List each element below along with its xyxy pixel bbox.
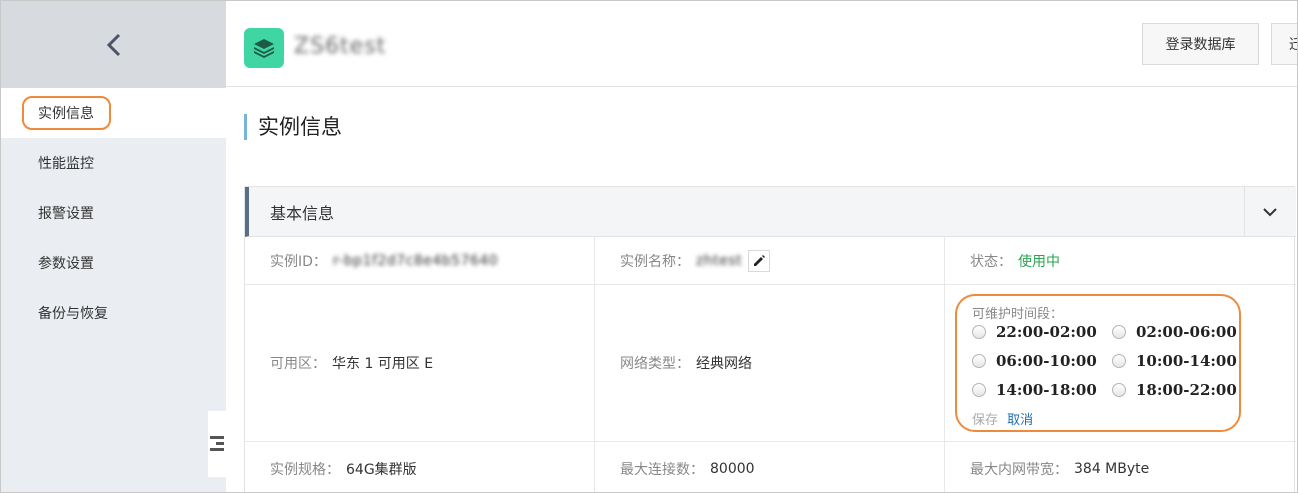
max-connections-field: 最大连接数： 80000 — [595, 442, 945, 492]
basic-info-panel: 基本信息 实例ID： r-bp1f2d7c8e4b57640 实例名称： zht… — [244, 186, 1296, 492]
login-database-button[interactable]: 登录数据库 — [1142, 23, 1259, 65]
sidebar-item-backup-restore[interactable]: 备份与恢复 — [1, 288, 226, 338]
radio-button[interactable] — [972, 354, 986, 368]
sidebar-item-label: 性能监控 — [38, 156, 94, 172]
instance-name-field: 实例名称： zhtest — [595, 237, 945, 285]
maintenance-option[interactable]: 14:00-18:00 — [972, 381, 1097, 399]
collapse-menu-icon — [210, 436, 224, 452]
maintenance-window-selector: 可维护时间段： 22:00-02:00 02:00-06:00 06:00-10… — [955, 294, 1241, 432]
edit-name-button[interactable] — [748, 249, 771, 272]
maintenance-option[interactable]: 22:00-02:00 — [972, 323, 1097, 341]
radio-button[interactable] — [972, 325, 986, 339]
sidebar-item-performance-monitor[interactable]: 性能监控 — [1, 138, 226, 188]
chevron-left-icon — [106, 33, 120, 56]
radio-button[interactable] — [1112, 383, 1126, 397]
redis-logo-icon — [244, 28, 284, 68]
save-link[interactable]: 保存 — [972, 413, 998, 428]
max-connections-value: 80000 — [710, 460, 755, 477]
radio-button[interactable] — [1112, 325, 1126, 339]
collapse-panel-button[interactable] — [1244, 187, 1294, 237]
radio-button[interactable] — [1112, 354, 1126, 368]
zone-field: 可用区： 华东 1 可用区 E — [245, 285, 595, 442]
bandwidth-value: 384 MByte — [1074, 460, 1150, 477]
maintenance-actions: 保存 取消 — [972, 409, 1033, 428]
instance-name-title: ZS6test — [294, 34, 387, 59]
spec-value: 64G集群版 — [346, 461, 417, 478]
page-title: 实例信息 — [244, 114, 342, 140]
radio-button[interactable] — [972, 383, 986, 397]
instance-id-value: r-bp1f2d7c8e4b57640 — [332, 252, 499, 269]
maintenance-option[interactable]: 06:00-10:00 — [972, 352, 1097, 370]
sidebar: 实例信息 性能监控 报警设置 参数设置 备份与恢复 — [1, 1, 226, 492]
back-button[interactable] — [1, 1, 226, 88]
instance-header: ZS6test 登录数据库 迁 — [226, 1, 1297, 87]
bandwidth-field: 最大内网带宽： 384 MByte — [970, 460, 1150, 478]
sidebar-item-label: 参数设置 — [38, 256, 94, 272]
maintenance-option[interactable]: 02:00-06:00 — [1112, 323, 1237, 341]
sidebar-item-parameter-settings[interactable]: 参数设置 — [1, 238, 226, 288]
spec-field: 实例规格： 64G集群版 — [245, 442, 595, 492]
sidebar-item-label: 备份与恢复 — [38, 306, 108, 322]
network-type-value: 经典网络 — [696, 356, 752, 372]
cancel-link[interactable]: 取消 — [1007, 413, 1033, 428]
zone-value: 华东 1 可用区 E — [332, 356, 434, 372]
status-badge: 使用中 — [1018, 253, 1060, 270]
migrate-button[interactable]: 迁 — [1271, 23, 1297, 65]
maintenance-option[interactable]: 10:00-14:00 — [1112, 352, 1237, 370]
sidebar-collapse-toggle[interactable] — [208, 411, 226, 477]
maintenance-label: 可维护时间段： — [972, 307, 1064, 322]
network-type-field: 网络类型： 经典网络 — [595, 285, 945, 442]
highlight-annotation — [22, 96, 111, 130]
status-field: 状态： 使用中 — [945, 237, 1296, 285]
sidebar-item-alarm-settings[interactable]: 报警设置 — [1, 188, 226, 238]
pencil-icon — [754, 254, 766, 266]
maintenance-option[interactable]: 18:00-22:00 — [1112, 381, 1237, 399]
chevron-down-icon — [1262, 207, 1277, 216]
instance-id-field: 实例ID： r-bp1f2d7c8e4b57640 — [245, 237, 595, 285]
panel-title: 基本信息 — [270, 203, 335, 223]
sidebar-item-label: 报警设置 — [38, 206, 94, 222]
sidebar-item-instance-info[interactable]: 实例信息 — [1, 88, 226, 138]
panel-header: 基本信息 — [245, 187, 1296, 237]
app-window: 实例信息 性能监控 报警设置 参数设置 备份与恢复 ZS6test 登录数据库 … — [0, 0, 1298, 493]
instance-name-value: zhtest — [696, 252, 743, 269]
